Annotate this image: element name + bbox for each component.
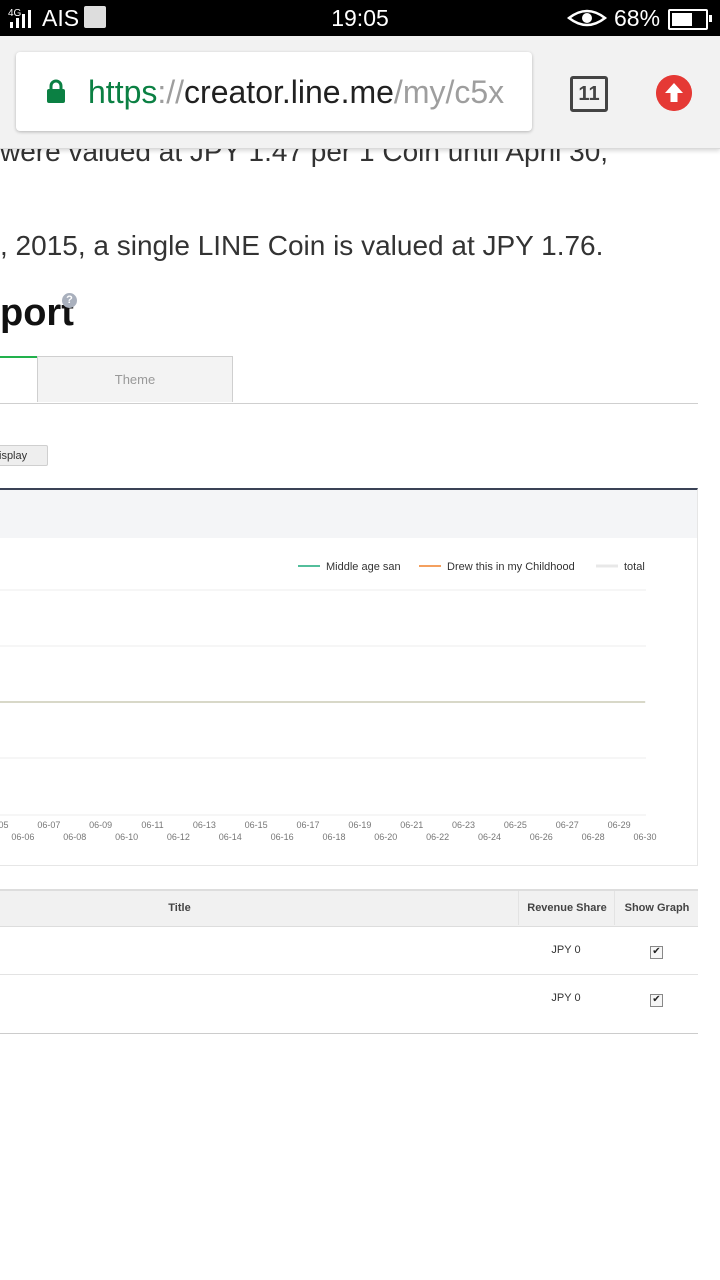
x-tick-label: 06-07 [37, 820, 60, 830]
tab-active-indicator[interactable] [0, 356, 37, 358]
legend-label: total [624, 561, 645, 573]
tab-theme[interactable]: Theme [37, 356, 233, 402]
revenue-share-value: JPY 0 [551, 944, 581, 956]
x-tick-label: 06-11 [141, 820, 163, 830]
x-tick-label: 06-30 [633, 832, 656, 842]
x-tick-label: 06-28 [582, 832, 605, 842]
url-separator: :// [157, 74, 185, 110]
x-tick-label: 06-12 [167, 832, 190, 842]
revenue-line-chart: 06-0506-0606-0706-0806-0906-1006-11 06-12… [0, 561, 657, 842]
x-tick-label: 06-20 [374, 832, 397, 842]
x-tick-label: 06-27 [556, 820, 579, 830]
column-revenue-share: Revenue Share [518, 891, 615, 925]
x-tick-label: 06-06 [11, 832, 34, 842]
show-graph-checkbox[interactable]: ✔ [650, 994, 663, 1007]
status-bar: 4G AIS 19:05 68% [0, 0, 720, 36]
url-scheme: https [88, 74, 158, 110]
x-tick-label: 06-26 [530, 832, 553, 842]
eye-comfort-icon [567, 9, 607, 27]
lock-icon [47, 79, 65, 103]
display-button[interactable]: isplay [0, 445, 48, 466]
x-tick-label: 06-17 [297, 820, 320, 830]
url-text: https://creator.line.me/my/c5x [88, 74, 504, 111]
show-graph-checkbox[interactable]: ✔ [650, 946, 663, 959]
address-bar[interactable]: https://creator.line.me/my/c5x [16, 52, 532, 131]
x-tick-label: 06-29 [608, 820, 631, 830]
x-tick-label: 06-16 [271, 832, 294, 842]
x-tick-label: 06-18 [322, 832, 345, 842]
revenue-table: Title Revenue Share Show Graph JPY 0 ✔ J… [0, 889, 698, 1034]
tab-divider [0, 403, 698, 404]
x-tick-label: 06-13 [193, 820, 216, 830]
x-tick-label: 06-08 [63, 832, 86, 842]
tab-switcher-button[interactable]: 11 [570, 76, 608, 112]
x-tick-label: 06-22 [426, 832, 449, 842]
x-tick-label: 06-15 [245, 820, 268, 830]
battery-percent: 68% [614, 5, 661, 31]
column-title: Title [168, 902, 191, 914]
x-tick-label: 06-09 [89, 820, 112, 830]
url-path: /my/c5x [393, 74, 505, 110]
x-tick-label: 06-10 [115, 832, 138, 842]
x-tick-label: 06-25 [504, 820, 527, 830]
chart-panel: 06-0506-0606-0706-0806-0906-1006-11 06-12… [0, 488, 698, 866]
table-row: JPY 0 ✔ [0, 926, 698, 974]
x-tick-label: 06-23 [452, 820, 475, 830]
legend-label: Middle age san [326, 561, 401, 573]
x-tick-label: 06-14 [219, 832, 242, 842]
x-tick-label: 06-19 [348, 820, 371, 830]
page-content: were valued at JPY 1.47 per 1 Coin until… [0, 148, 720, 1280]
chart-panel-header [0, 490, 697, 538]
x-tick-label: 06-24 [478, 832, 501, 842]
coin-value-text-line1: were valued at JPY 1.47 per 1 Coin until… [0, 148, 609, 167]
x-tick-label: 06-05 [0, 820, 9, 830]
url-host: creator.line.me [184, 74, 394, 110]
clock: 19:05 [331, 5, 389, 31]
legend-label: Drew this in my Childhood [447, 561, 575, 573]
help-icon[interactable]: ? [62, 293, 77, 308]
battery-icon [668, 9, 712, 30]
table-header: Title Revenue Share Show Graph [0, 891, 698, 927]
revenue-share-value: JPY 0 [551, 992, 581, 1004]
x-tick-label: 06-21 [400, 820, 423, 830]
column-show-graph: Show Graph [614, 891, 699, 925]
coin-value-text-line2: , 2015, a single LINE Coin is valued at … [0, 230, 604, 261]
table-row: JPY 0 ✔ [0, 974, 698, 1022]
update-arrow-icon[interactable] [656, 75, 692, 111]
browser-toolbar: https://creator.line.me/my/c5x 11 [0, 36, 720, 149]
